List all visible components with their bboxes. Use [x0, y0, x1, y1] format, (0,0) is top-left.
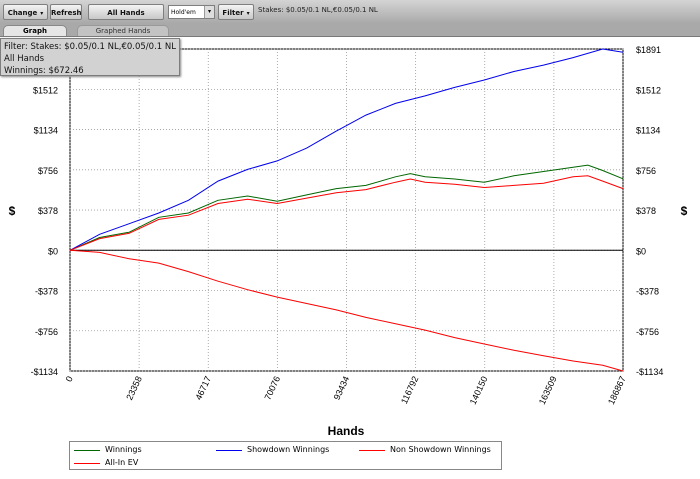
y-tick-label: $756 [38, 166, 58, 176]
y-ticks-right: $1891 $1512 $1134 $756 $378 $0 -$378 -$756 -$113… [636, 45, 663, 377]
x-tick-label: 70076 [263, 375, 283, 402]
y-tick-label: $1512 [636, 85, 661, 95]
y-tick-label: $0 [636, 246, 646, 256]
y-tick-label: $378 [636, 206, 656, 216]
legend-swatch [74, 463, 100, 464]
hands-line: All Hands [4, 54, 45, 64]
legend-swatch [74, 450, 100, 451]
winnings-line: Winnings: $672.46 [4, 66, 84, 76]
filter-line: Filter: Stakes: $0.05/0.1 NL,€0.05/0.1 N… [4, 42, 176, 52]
legend-label: Winnings [105, 445, 142, 454]
x-tick-label: 116792 [399, 375, 420, 406]
y-tick-label: -$756 [636, 327, 659, 337]
y-tick-label: -$378 [636, 287, 659, 297]
y-tick-label: -$1134 [31, 367, 58, 377]
y-tick-label: $378 [38, 206, 58, 216]
x-tick-label: 0 [64, 375, 75, 384]
x-tick-label: 46717 [193, 375, 213, 402]
x-tick-label: 163509 [537, 375, 559, 406]
x-tick-label: 186867 [606, 375, 628, 406]
y-tick-label: -$1134 [636, 367, 663, 377]
legend-label: All-In EV [105, 458, 139, 467]
x-axis-label: Hands [328, 424, 365, 438]
legend-swatch [359, 450, 385, 451]
x-tick-label: 23358 [124, 375, 144, 402]
filter-info-box: Filter: Stakes: $0.05/0.1 NL,€0.05/0.1 N… [0, 38, 180, 76]
legend-label: Showdown Winnings [247, 445, 330, 454]
legend-label: Non Showdown Winnings [390, 445, 491, 454]
y-tick-label: $756 [636, 166, 656, 176]
x-ticks: 0 23358 46717 70076 93434 116792 140150 163509 1… [64, 375, 628, 406]
y-ticks-left: $1891$1512$1134$756$378$0-$378-$756-$113… [31, 45, 58, 377]
y-tick-label: -$378 [35, 287, 58, 297]
y-axis-label-left: $ [9, 204, 16, 218]
y-tick-label: $0 [48, 246, 58, 256]
x-tick-label: 93434 [332, 375, 352, 402]
legend-swatch [216, 450, 242, 451]
y-tick-label: $1134 [636, 126, 660, 136]
y-tick-label: -$756 [35, 327, 58, 337]
y-axis-label-right: $ [681, 204, 688, 218]
y-tick-label: $1134 [34, 126, 58, 136]
y-tick-label: $1512 [33, 85, 58, 95]
x-tick-label: 140150 [468, 375, 490, 406]
legend: Winnings Showdown Winnings Non Showdown … [69, 441, 502, 470]
y-tick-label: $1891 [636, 45, 661, 55]
